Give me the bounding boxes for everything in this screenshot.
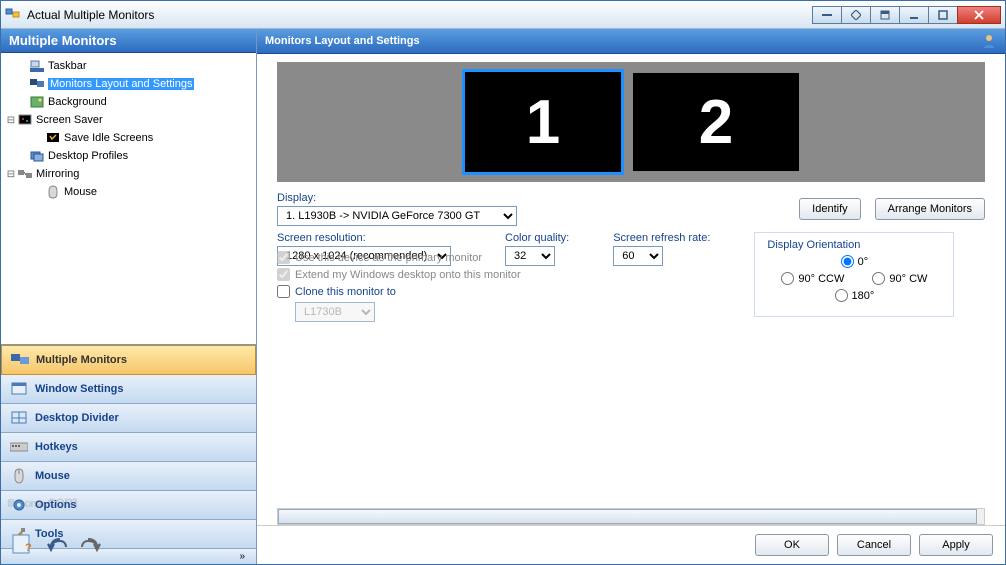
app-icon bbox=[5, 7, 21, 23]
monitor-1[interactable]: 1 bbox=[462, 69, 624, 175]
window-controls bbox=[813, 6, 1001, 24]
nav-list: Multiple Monitors Window Settings Deskto… bbox=[1, 344, 256, 564]
nav-options[interactable]: Options bbox=[1, 491, 256, 520]
app-window: Actual Multiple Monitors Multiple Monito… bbox=[0, 0, 1006, 565]
nav-window-settings[interactable]: Window Settings bbox=[1, 375, 256, 404]
display-select[interactable]: 1. L1930B -> NVIDIA GeForce 7300 GT bbox=[277, 206, 517, 226]
taskbar-icon bbox=[29, 58, 45, 74]
user-icon[interactable] bbox=[981, 33, 997, 49]
orientation-180[interactable]: 180° bbox=[835, 289, 875, 302]
cancel-button[interactable]: Cancel bbox=[837, 534, 911, 556]
tree-screen-saver[interactable]: ⊟Screen Saver bbox=[3, 111, 254, 129]
refresh-label: Screen refresh rate: bbox=[613, 232, 710, 244]
undo-icon[interactable] bbox=[43, 532, 71, 556]
svg-text:?: ? bbox=[25, 542, 32, 554]
arrange-monitors-button[interactable]: Arrange Monitors bbox=[875, 198, 985, 220]
gear-icon bbox=[9, 496, 29, 514]
apply-button[interactable]: Apply bbox=[919, 534, 993, 556]
minimize-button[interactable] bbox=[899, 6, 929, 24]
display-row: Display: 1. L1930B -> NVIDIA GeForce 730… bbox=[277, 192, 985, 226]
screensaver-icon bbox=[17, 112, 33, 128]
right-header: Monitors Layout and Settings bbox=[257, 29, 1005, 54]
orientation-90cw[interactable]: 90° CW bbox=[872, 272, 927, 285]
nav-multiple-monitors[interactable]: Multiple Monitors bbox=[1, 345, 256, 375]
primary-checkbox: Use this device as the primary monitor bbox=[277, 251, 657, 264]
nav-mouse[interactable]: Mouse bbox=[1, 462, 256, 491]
extra-button-1[interactable] bbox=[812, 6, 842, 24]
window-icon bbox=[9, 380, 29, 398]
divider-icon bbox=[9, 409, 29, 427]
extra-button-2[interactable] bbox=[841, 6, 871, 24]
tree-monitors-layout[interactable]: Monitors Layout and Settings bbox=[3, 75, 254, 93]
mirroring-icon bbox=[17, 166, 33, 182]
display-label: Display: bbox=[277, 192, 785, 204]
resolution-label: Screen resolution: bbox=[277, 232, 451, 244]
hotkeys-icon bbox=[9, 438, 29, 456]
mouse-icon bbox=[9, 467, 29, 485]
window-title: Actual Multiple Monitors bbox=[27, 8, 813, 22]
collapse-icon[interactable]: ⊟ bbox=[5, 115, 17, 126]
tree-background[interactable]: Background bbox=[3, 93, 254, 111]
save-idle-icon bbox=[45, 130, 61, 146]
titlebar: Actual Multiple Monitors bbox=[1, 1, 1005, 29]
monitor-layout-canvas[interactable]: 1 2 bbox=[277, 62, 985, 182]
left-header: Multiple Monitors bbox=[1, 29, 256, 53]
nav-tree: Taskbar Monitors Layout and Settings Bac… bbox=[1, 53, 256, 344]
orientation-group: Display Orientation 0° 90° CCW 90° CW 18… bbox=[754, 232, 954, 317]
collapse-icon[interactable]: ⊟ bbox=[5, 169, 17, 180]
redo-icon[interactable] bbox=[77, 532, 105, 556]
color-label: Color quality: bbox=[505, 232, 569, 244]
tree-mirroring[interactable]: ⊟Mirroring bbox=[3, 165, 254, 183]
tree-save-idle[interactable]: Save Idle Screens bbox=[3, 129, 254, 147]
extend-checkbox: Extend my Windows desktop onto this moni… bbox=[277, 268, 657, 281]
extra-button-3[interactable] bbox=[870, 6, 900, 24]
right-pane: Monitors Layout and Settings 1 2 Display… bbox=[257, 29, 1005, 564]
background-icon bbox=[29, 94, 45, 110]
profiles-icon bbox=[29, 148, 45, 164]
content-area: Multiple Monitors Taskbar Monitors Layou… bbox=[1, 29, 1005, 564]
tree-taskbar[interactable]: Taskbar bbox=[3, 57, 254, 75]
clone-target-select: L1730B bbox=[295, 302, 375, 322]
orientation-90ccw[interactable]: 90° CCW bbox=[781, 272, 844, 285]
horizontal-scrollbar[interactable] bbox=[277, 508, 985, 525]
identify-button[interactable]: Identify bbox=[799, 198, 860, 220]
tree-desktop-profiles[interactable]: Desktop Profiles bbox=[3, 147, 254, 165]
ok-button[interactable]: OK bbox=[755, 534, 829, 556]
orientation-label: Display Orientation bbox=[767, 239, 941, 251]
left-pane: Multiple Monitors Taskbar Monitors Layou… bbox=[1, 29, 257, 564]
color-select[interactable]: 32 bbox=[505, 246, 555, 266]
maximize-button[interactable] bbox=[928, 6, 958, 24]
monitors-icon bbox=[29, 76, 45, 92]
scrollbar-thumb[interactable] bbox=[278, 509, 977, 524]
tree-mouse[interactable]: Mouse bbox=[3, 183, 254, 201]
nav-desktop-divider[interactable]: Desktop Divider bbox=[1, 404, 256, 433]
monitor-2[interactable]: 2 bbox=[632, 72, 800, 172]
bottom-bar: OK Cancel Apply bbox=[257, 525, 1005, 564]
nav-hotkeys[interactable]: Hotkeys bbox=[1, 433, 256, 462]
clone-checkbox[interactable]: Clone this monitor to bbox=[277, 285, 657, 298]
mouse-icon bbox=[45, 184, 61, 200]
bottom-left-icons: ? bbox=[9, 532, 105, 556]
orientation-0[interactable]: 0° bbox=[841, 255, 869, 268]
settings-panel: 1 2 Display: 1. L1930B -> NVIDIA GeForce… bbox=[257, 54, 1005, 508]
refresh-select[interactable]: 60 bbox=[613, 246, 663, 266]
help-icon[interactable]: ? bbox=[9, 532, 37, 556]
monitors-icon bbox=[10, 351, 30, 369]
close-button[interactable] bbox=[957, 6, 1001, 24]
right-title: Monitors Layout and Settings bbox=[265, 35, 420, 47]
